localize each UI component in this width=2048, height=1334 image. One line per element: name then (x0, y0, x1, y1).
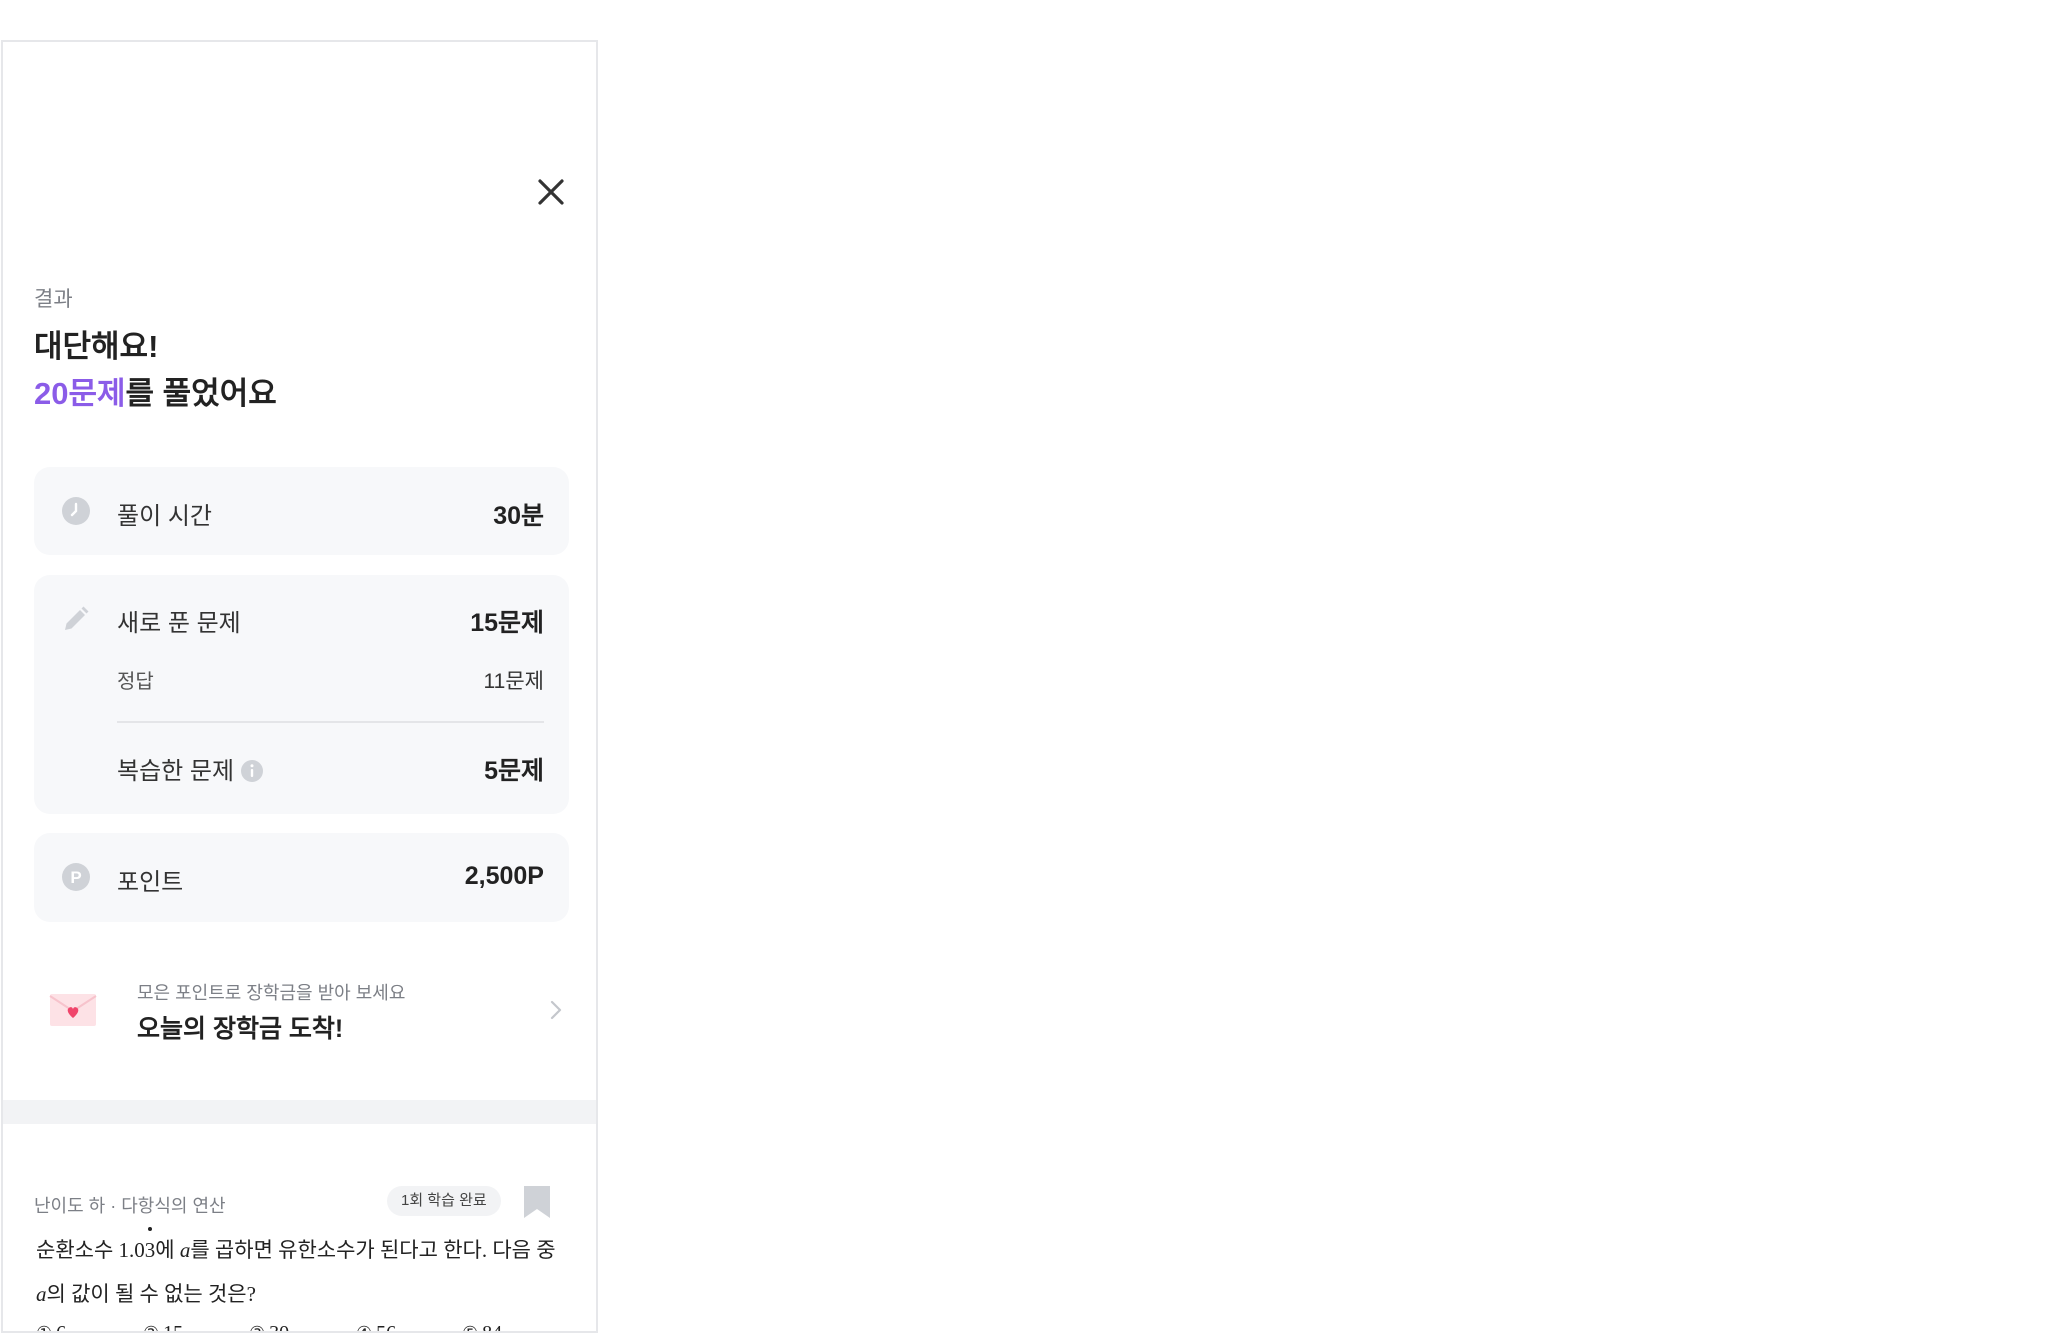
option-5[interactable]: ⑤ 84 (462, 1322, 503, 1333)
promo-subtitle: 모은 포인트로 장학금을 받아 보세요 (137, 983, 406, 1003)
chevron-right-icon (550, 1000, 562, 1020)
points-card: P 포인트 2,500P (34, 833, 569, 922)
headline-line2: 20문제를 풀었어요 (34, 370, 277, 417)
info-icon[interactable] (240, 759, 264, 783)
option-number: ③ (249, 1323, 265, 1331)
reviewed-label: 복습한 문제 (117, 758, 235, 785)
problem-meta: 난이도 하 · 다항식의 연산 (34, 1196, 226, 1216)
question-text-2: 에 (155, 1238, 180, 1262)
option-number: ④ (356, 1323, 372, 1331)
problem-question: 순환소수 1.03에 a를 곱하면 유한소수가 된다고 한다. 다음 중 a의 … (36, 1227, 566, 1316)
option-value: 30 (269, 1322, 290, 1333)
solved-count: 20문제 (34, 376, 126, 411)
close-icon (538, 179, 564, 205)
option-1[interactable]: ①6 (36, 1322, 67, 1333)
variable-a: a (179, 1238, 191, 1262)
result-headline: 대단해요! 20문제를 풀었어요 (34, 323, 277, 417)
points-value: 2,500P (464, 862, 544, 890)
headline-line1: 대단해요! (34, 329, 159, 364)
scholarship-promo[interactable]: 모은 포인트로 장학금을 받아 보세요 오늘의 장학금 도착! (34, 967, 569, 1047)
question-text-3: 를 곱하면 유한소수가 된다고 한다. 다음 중 (190, 1238, 556, 1262)
correct-value: 11문제 (483, 670, 544, 693)
pencil-icon (65, 606, 89, 630)
option-3[interactable]: ③ 30 (249, 1322, 290, 1333)
bookmark-icon[interactable] (523, 1185, 551, 1219)
headline-rest: 를 풀었어요 (125, 376, 277, 411)
option-number: ① (36, 1323, 52, 1331)
promo-title: 오늘의 장학금 도착! (137, 1015, 344, 1043)
variable-a-2: a (36, 1282, 47, 1306)
reviewed-value: 5문제 (484, 757, 544, 785)
solve-time-card: 풀이 시간 30분 (34, 467, 569, 555)
result-label: 결과 (34, 288, 73, 311)
new-problems-label: 새로 푼 문제 (117, 610, 241, 637)
question-text-1: 순환소수 1.0 (36, 1238, 145, 1262)
correct-label: 정답 (117, 671, 154, 693)
option-number: ② (143, 1323, 159, 1331)
point-icon: P (62, 863, 90, 891)
repeating-digit: 3 (145, 1227, 155, 1272)
option-value: 84 (482, 1322, 503, 1333)
option-number: ⑤ (462, 1323, 478, 1331)
study-status-badge: 1회 학습 완료 (387, 1186, 501, 1216)
option-2[interactable]: ② 15 (143, 1322, 184, 1333)
problems-card: 새로 푼 문제 15문제 정답 11문제 복습한 문제 5문제 (34, 575, 569, 814)
option-value: 56 (376, 1322, 397, 1333)
close-button[interactable] (531, 172, 571, 212)
points-label: 포인트 (117, 869, 184, 896)
section-separator (3, 1100, 596, 1124)
envelope-heart-icon (49, 994, 97, 1026)
option-value: 6 (56, 1322, 67, 1333)
solve-time-label: 풀이 시간 (117, 503, 212, 530)
answer-options: ①6 ② 15 ③ 30 ④ 56 ⑤ 84 (36, 1322, 566, 1333)
solve-time-value: 30분 (493, 502, 544, 530)
new-problems-value: 15문제 (470, 609, 544, 637)
option-value: 15 (163, 1322, 184, 1333)
divider (117, 721, 544, 723)
svg-text:P: P (70, 868, 81, 887)
reviewed-label-group: 복습한 문제 (117, 751, 264, 786)
result-panel: 결과 대단해요! 20문제를 풀었어요 풀이 시간 30분 새로 푼 문제 15… (1, 40, 598, 1333)
option-4[interactable]: ④ 56 (356, 1322, 397, 1333)
question-text-4: 의 값이 될 수 없는 것은? (46, 1282, 256, 1306)
clock-icon (62, 497, 90, 525)
